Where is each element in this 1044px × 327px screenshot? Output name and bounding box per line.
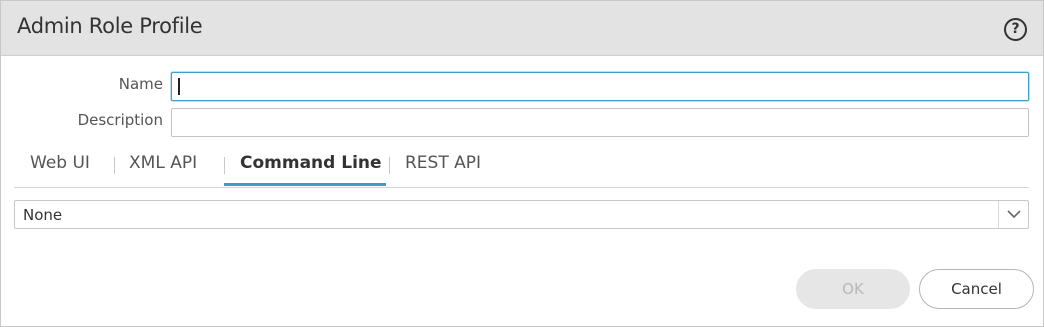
tab-divider [224,157,225,174]
dialog-titlebar: Admin Role Profile ? [1,1,1043,56]
select-value: None [23,206,63,224]
active-tab-indicator [224,183,386,186]
command-line-role-select[interactable]: None [14,200,1029,229]
description-input[interactable] [171,108,1029,137]
tab-command-line[interactable]: Command Line [240,153,382,173]
tab-divider [389,157,390,174]
chevron-down-icon [1007,210,1021,219]
cancel-button[interactable]: Cancel [919,269,1034,309]
dialog-title: Admin Role Profile [17,14,203,38]
dropdown-toggle[interactable] [998,201,1028,228]
tab-web-ui[interactable]: Web UI [30,153,90,173]
tab-xml-api[interactable]: XML API [129,153,197,173]
tab-divider [114,157,115,174]
name-input[interactable] [171,72,1029,101]
help-icon[interactable]: ? [1004,18,1027,41]
admin-role-profile-dialog: Admin Role Profile ? Name Description We… [0,0,1044,327]
text-caret [178,78,180,95]
name-label: Name [118,75,163,93]
permission-tabs: Web UI XML API Command Line REST API [14,149,1029,188]
ok-button[interactable]: OK [796,269,910,309]
tab-rest-api[interactable]: REST API [405,153,481,173]
description-label: Description [77,111,163,129]
